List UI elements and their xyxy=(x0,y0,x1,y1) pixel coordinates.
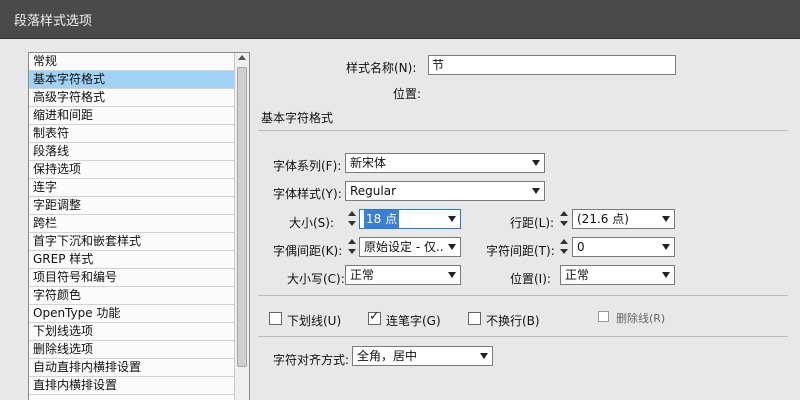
category-item[interactable]: 常规 xyxy=(29,53,235,71)
scroll-thumb[interactable] xyxy=(237,67,247,367)
char-alignment-value: 全角，居中 xyxy=(357,349,418,363)
options-divider xyxy=(258,295,788,296)
ligatures-label: 连笔字(G) xyxy=(386,314,441,328)
leading-stepper-icon[interactable] xyxy=(557,209,571,229)
font-style-select[interactable]: Regular xyxy=(345,181,545,201)
underline-label: 下划线(U) xyxy=(287,314,342,328)
paragraph-style-options-dialog: 常规 基本字符格式 高级字符格式 缩进和间距 制表符 段落线 保持选项 连字 字距调整 跨栏 首字下… xyxy=(0,38,800,400)
category-item[interactable]: 自动直排内横排设置 xyxy=(29,359,235,377)
case-select[interactable]: 正常 xyxy=(345,265,461,285)
category-item[interactable]: 删除线选项 xyxy=(29,341,235,359)
section-divider xyxy=(258,130,788,131)
chevron-down-icon[interactable] xyxy=(444,210,460,228)
section-title: 基本字符格式 xyxy=(261,111,334,125)
size-value: 18 点 xyxy=(364,210,400,228)
category-scrollbar[interactable] xyxy=(234,53,249,400)
no-break-label: 不换行(B) xyxy=(486,314,540,328)
no-break-checkbox[interactable] xyxy=(468,312,481,325)
size-label: 大小(S): xyxy=(289,216,335,230)
position-value: 正常 xyxy=(565,268,590,282)
chevron-down-icon[interactable] xyxy=(444,238,460,256)
size-select[interactable]: 18 点 xyxy=(359,209,461,229)
strikethrough-checkbox[interactable] xyxy=(598,311,609,322)
chevron-down-icon[interactable] xyxy=(444,266,460,284)
font-family-value: 新宋体 xyxy=(350,156,387,170)
category-item[interactable]: GREP 样式 xyxy=(29,251,235,269)
category-item[interactable]: 段落线 xyxy=(29,143,235,161)
kerning-select[interactable]: 原始设定 - 仅... xyxy=(359,237,461,257)
kerning-stepper-icon[interactable] xyxy=(345,237,359,257)
chevron-down-icon[interactable] xyxy=(658,266,674,284)
chevron-down-icon[interactable] xyxy=(658,238,674,256)
kerning-label: 字偶间距(K): xyxy=(273,244,343,258)
category-item[interactable]: 下划线选项 xyxy=(29,323,235,341)
category-item[interactable]: 高级字符格式 xyxy=(29,89,235,107)
font-style-label: 字体样式(Y): xyxy=(273,187,342,201)
font-style-value: Regular xyxy=(350,184,397,198)
category-item[interactable]: 字距调整 xyxy=(29,197,235,215)
tracking-value: 0 xyxy=(577,240,585,254)
size-stepper-icon[interactable] xyxy=(345,209,359,229)
strikethrough-label: 删除线(R) xyxy=(616,312,666,325)
leading-select[interactable]: (21.6 点) xyxy=(572,209,675,229)
title-bar: 段落样式选项 xyxy=(0,0,800,38)
leading-label: 行距(L): xyxy=(510,216,555,230)
position-select[interactable]: 正常 xyxy=(560,265,675,285)
category-item[interactable]: 字符颜色 xyxy=(29,287,235,305)
chevron-down-icon[interactable] xyxy=(476,347,492,365)
char-alignment-label: 字符对齐方式: xyxy=(273,353,350,367)
category-item[interactable]: 首字下沉和嵌套样式 xyxy=(29,233,235,251)
category-list[interactable]: 常规 基本字符格式 高级字符格式 缩进和间距 制表符 段落线 保持选项 连字 字距调整 跨栏 首字下… xyxy=(28,52,250,400)
category-item[interactable]: 基本字符格式 xyxy=(29,71,235,89)
chevron-down-icon[interactable] xyxy=(528,154,544,172)
category-item[interactable]: 项目符号和编号 xyxy=(29,269,235,287)
scroll-up-arrow-icon[interactable] xyxy=(238,55,246,60)
category-items: 常规 基本字符格式 高级字符格式 缩进和间距 制表符 段落线 保持选项 连字 字距调整 跨栏 首字下… xyxy=(29,53,249,395)
chevron-down-icon[interactable] xyxy=(528,182,544,200)
tracking-stepper-icon[interactable] xyxy=(557,237,571,257)
category-item[interactable]: 跨栏 xyxy=(29,215,235,233)
category-item[interactable]: 缩进和间距 xyxy=(29,107,235,125)
underline-checkbox[interactable] xyxy=(269,312,282,325)
tracking-select[interactable]: 0 xyxy=(572,237,675,257)
alignment-divider xyxy=(258,336,788,337)
window-title: 段落样式选项 xyxy=(14,14,93,29)
case-value: 正常 xyxy=(350,268,375,282)
case-label: 大小写(C): xyxy=(287,272,345,286)
font-family-select[interactable]: 新宋体 xyxy=(345,153,545,173)
position-info-label: 位置: xyxy=(393,87,422,101)
ligatures-checkbox[interactable] xyxy=(368,309,381,325)
category-item[interactable]: 保持选项 xyxy=(29,161,235,179)
char-alignment-select[interactable]: 全角，居中 xyxy=(352,346,493,366)
category-item[interactable]: 连字 xyxy=(29,179,235,197)
kerning-value: 原始设定 - 仅... xyxy=(364,240,448,254)
font-family-label: 字体系列(F): xyxy=(273,159,342,173)
category-item[interactable]: 直排内横排设置 xyxy=(29,377,235,395)
category-item[interactable]: OpenType 功能 xyxy=(29,305,235,323)
leading-value: (21.6 点) xyxy=(577,212,629,226)
position-label: 位置(I): xyxy=(510,272,551,286)
style-name-input[interactable]: 节 xyxy=(428,55,676,75)
chevron-down-icon[interactable] xyxy=(658,210,674,228)
style-name-label: 样式名称(N): xyxy=(346,61,417,75)
category-item[interactable]: 制表符 xyxy=(29,125,235,143)
tracking-label: 字符间距(T): xyxy=(486,244,555,258)
